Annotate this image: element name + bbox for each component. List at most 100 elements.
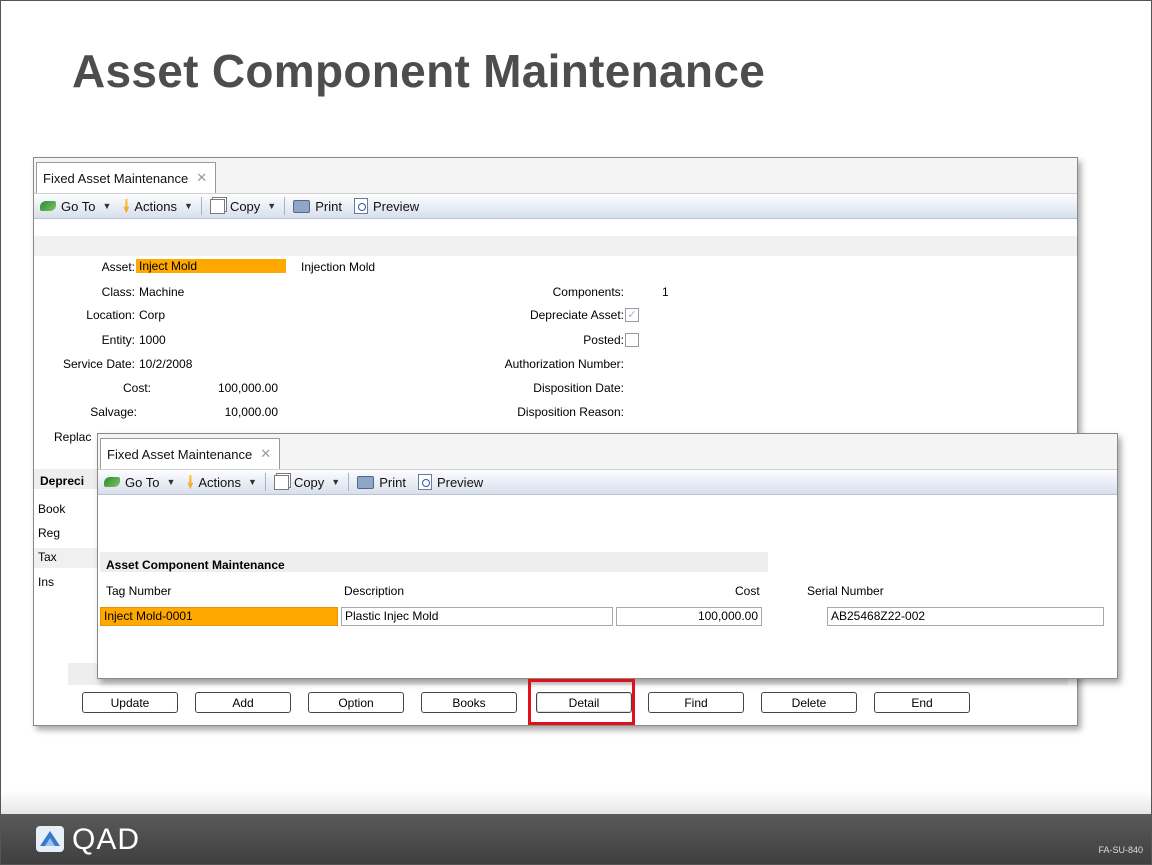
copy-menu[interactable]: Copy ▼ bbox=[268, 470, 346, 494]
find-button[interactable]: Find bbox=[648, 692, 744, 713]
section-title: Asset Component Maintenance bbox=[106, 558, 285, 572]
book-row-book[interactable]: Book bbox=[38, 502, 65, 516]
class-label: Class: bbox=[101, 285, 135, 299]
asset-description: Injection Mold bbox=[301, 260, 376, 274]
print-icon bbox=[293, 199, 311, 213]
entity-label: Entity: bbox=[101, 333, 135, 347]
location-value: Corp bbox=[139, 308, 166, 322]
tab-fixed-asset-maintenance[interactable]: Fixed Asset Maintenance ✕ bbox=[100, 438, 281, 469]
cost-cell[interactable]: 100,000.00 bbox=[616, 607, 762, 626]
actions-icon bbox=[187, 475, 194, 489]
tag-number-cell[interactable]: Inject Mold-0001 bbox=[100, 607, 338, 626]
slide-title: Asset Component Maintenance bbox=[72, 45, 766, 97]
chevron-down-icon: ▼ bbox=[267, 201, 277, 211]
components-label: Components: bbox=[552, 285, 624, 299]
goto-menu[interactable]: Go To ▼ bbox=[34, 194, 117, 218]
authorization-number-label: Authorization Number: bbox=[504, 357, 624, 371]
tab-bar: Fixed Asset Maintenance ✕ bbox=[34, 158, 1077, 194]
slide-code: FA-SU-840 bbox=[1098, 845, 1143, 855]
qad-logo-icon bbox=[36, 826, 64, 852]
cost-value: 100,000.00 bbox=[217, 381, 278, 395]
close-icon[interactable]: ✕ bbox=[260, 446, 271, 462]
actions-menu[interactable]: Actions ▼ bbox=[181, 470, 263, 494]
goto-icon bbox=[104, 477, 120, 487]
posted-label: Posted: bbox=[583, 333, 624, 347]
asset-field[interactable]: Inject Mold bbox=[136, 259, 286, 273]
header-stripe bbox=[34, 236, 1077, 256]
chevron-down-icon: ▼ bbox=[184, 201, 193, 211]
book-row-tax[interactable]: Tax bbox=[38, 550, 57, 564]
preview-button[interactable]: Preview bbox=[348, 194, 425, 218]
column-tag-number: Tag Number bbox=[106, 584, 172, 598]
tab-label: Fixed Asset Maintenance bbox=[107, 446, 253, 462]
column-description: Description bbox=[344, 584, 405, 598]
tab-bar: Fixed Asset Maintenance ✕ bbox=[98, 434, 1117, 470]
chevron-down-icon: ▼ bbox=[166, 477, 176, 487]
goto-menu[interactable]: Go To ▼ bbox=[98, 470, 181, 494]
toolbar-separator bbox=[348, 473, 350, 491]
service-date-value: 10/2/2008 bbox=[139, 357, 193, 371]
print-button[interactable]: Print bbox=[351, 470, 412, 494]
toolbar: Go To ▼ Actions ▼ Copy ▼ Print Preview bbox=[34, 194, 1077, 219]
class-value: Machine bbox=[139, 285, 185, 299]
goto-label: Go To bbox=[125, 474, 160, 490]
salvage-label: Salvage: bbox=[90, 405, 137, 419]
qad-logo-text: QAD bbox=[72, 823, 141, 856]
disposition-date-label: Disposition Date: bbox=[533, 381, 624, 395]
update-button[interactable]: Update bbox=[82, 692, 178, 713]
chevron-down-icon: ▼ bbox=[102, 201, 112, 211]
preview-label: Preview bbox=[372, 198, 420, 214]
preview-icon bbox=[417, 474, 432, 490]
book-row-reg[interactable]: Reg bbox=[38, 526, 60, 540]
salvage-value: 10,000.00 bbox=[224, 405, 278, 419]
chevron-down-icon: ▼ bbox=[248, 477, 257, 487]
books-button[interactable]: Books bbox=[421, 692, 517, 713]
copy-label: Copy bbox=[229, 198, 261, 214]
depreciate-asset-checkbox[interactable]: ✓ bbox=[625, 308, 639, 322]
serial-number-cell[interactable]: AB25468Z22-002 bbox=[827, 607, 1104, 626]
toolbar-separator bbox=[200, 197, 202, 215]
disposition-reason-label: Disposition Reason: bbox=[517, 405, 624, 419]
posted-checkbox[interactable] bbox=[625, 333, 639, 347]
book-row-ins[interactable]: Ins bbox=[38, 575, 54, 589]
print-icon bbox=[357, 475, 375, 489]
print-button[interactable]: Print bbox=[287, 194, 348, 218]
chevron-down-icon: ▼ bbox=[331, 477, 341, 487]
toolbar-separator bbox=[284, 197, 286, 215]
depreciation-header: Depreci bbox=[40, 474, 85, 488]
toolbar-separator bbox=[264, 473, 266, 491]
location-label: Location: bbox=[86, 308, 135, 322]
goto-label: Go To bbox=[61, 198, 96, 214]
end-button[interactable]: End bbox=[874, 692, 970, 713]
copy-menu[interactable]: Copy ▼ bbox=[204, 194, 282, 218]
preview-label: Preview bbox=[436, 474, 484, 490]
toolbar: Go To ▼ Actions ▼ Copy ▼ Print Preview bbox=[98, 470, 1117, 495]
cost-label: Cost: bbox=[122, 381, 151, 395]
replacement-label: Replac bbox=[54, 430, 92, 444]
actions-menu[interactable]: Actions ▼ bbox=[117, 194, 199, 218]
print-label: Print bbox=[379, 474, 406, 490]
slide-footer bbox=[1, 814, 1151, 864]
actions-icon bbox=[123, 199, 130, 213]
footer-shade bbox=[1, 790, 1151, 814]
fixed-asset-maintenance-window-front: Fixed Asset Maintenance ✕ Go To ▼ Action… bbox=[97, 433, 1118, 679]
column-cost: Cost bbox=[735, 584, 760, 598]
actions-label: Actions bbox=[134, 198, 178, 214]
preview-icon bbox=[353, 198, 368, 214]
depreciate-asset-label: Depreciate Asset: bbox=[529, 308, 624, 322]
copy-icon bbox=[209, 198, 225, 214]
delete-button[interactable]: Delete bbox=[761, 692, 857, 713]
add-button[interactable]: Add bbox=[195, 692, 291, 713]
tab-fixed-asset-maintenance[interactable]: Fixed Asset Maintenance ✕ bbox=[36, 162, 217, 193]
column-serial-number: Serial Number bbox=[807, 584, 884, 598]
copy-label: Copy bbox=[293, 474, 325, 490]
close-icon[interactable]: ✕ bbox=[196, 170, 207, 186]
description-cell[interactable]: Plastic Injec Mold bbox=[341, 607, 613, 626]
goto-icon bbox=[40, 201, 56, 211]
copy-icon bbox=[273, 474, 289, 490]
asset-label: Asset: bbox=[101, 260, 135, 274]
option-button[interactable]: Option bbox=[308, 692, 404, 713]
actions-label: Actions bbox=[198, 474, 242, 490]
preview-button[interactable]: Preview bbox=[412, 470, 489, 494]
entity-value: 1000 bbox=[139, 333, 166, 347]
